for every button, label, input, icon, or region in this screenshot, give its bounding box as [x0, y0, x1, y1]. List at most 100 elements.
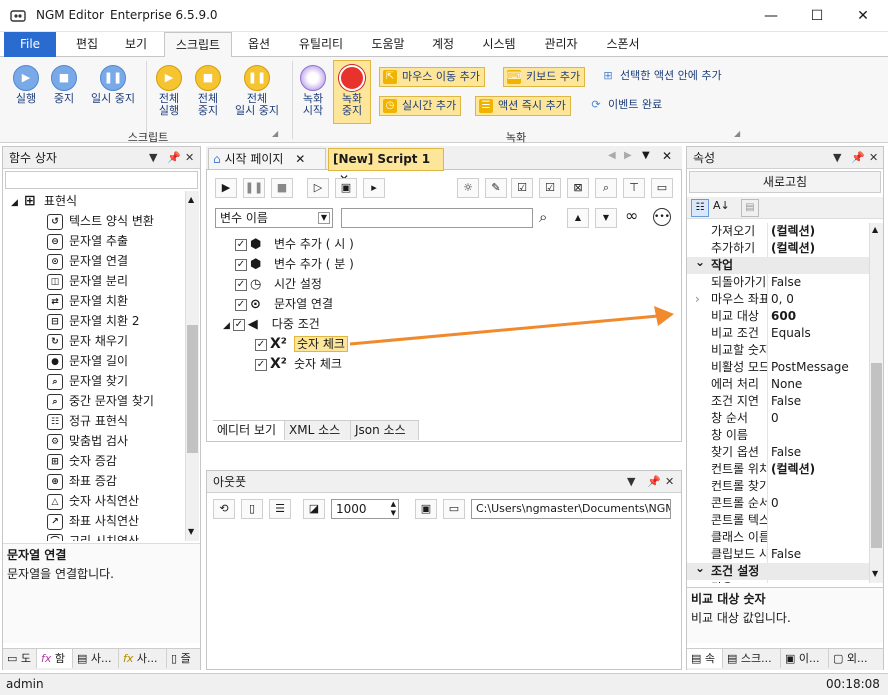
stop-button[interactable]: ■ 중지: [46, 65, 82, 105]
tree-category[interactable]: ◢ ⊞ 표현식: [11, 191, 77, 211]
tab-left-icon[interactable]: ◀: [608, 150, 616, 161]
eraser-icon[interactable]: ◪: [303, 499, 325, 519]
play-from-icon[interactable]: ▸: [363, 178, 385, 198]
close-icon[interactable]: ✕: [869, 147, 878, 169]
scrollbar[interactable]: ▲ ▼: [185, 191, 199, 541]
dropdown-icon[interactable]: ▼: [833, 147, 841, 169]
close-icon[interactable]: ✕: [662, 149, 672, 163]
group-expand-icon[interactable]: ◢: [272, 129, 278, 138]
function-item[interactable]: ⌒ 고리 시치연산: [47, 531, 139, 541]
property-value[interactable]: 0: [771, 495, 779, 512]
collapse-icon[interactable]: ◢: [11, 198, 18, 208]
property-category[interactable]: ⌄ 조건 설정: [687, 563, 869, 580]
pin-icon[interactable]: 📌: [851, 147, 865, 169]
function-item[interactable]: ⊖ 문자열 추출: [47, 231, 128, 251]
menu-options[interactable]: 옵션: [236, 32, 282, 57]
tab-script-1[interactable]: [New] Script 1 ✕: [328, 148, 444, 186]
stepper-arrows-icon[interactable]: ▲ ▼: [391, 500, 396, 518]
dropdown-icon[interactable]: ▼: [642, 150, 650, 161]
play-icon[interactable]: ▶: [215, 178, 237, 198]
menu-sponsor[interactable]: 스폰서: [594, 32, 652, 57]
tab-functions[interactable]: fx 함: [37, 649, 73, 668]
down-icon[interactable]: ▼: [595, 208, 617, 228]
property-pages-icon[interactable]: ▤: [741, 199, 759, 217]
property-value[interactable]: False: [771, 274, 801, 291]
tab-editor-view[interactable]: 에디터 보기: [213, 421, 285, 440]
property-row[interactable]: 추가하기 (컬렉션): [687, 240, 869, 257]
check-all-icon[interactable]: ☑: [511, 178, 533, 198]
close-icon[interactable]: ✕: [295, 152, 305, 166]
variable-select[interactable]: 변수 이름 ▼: [215, 208, 333, 228]
tab-favorites[interactable]: ▯ 즐: [167, 649, 200, 668]
tab-xml-source[interactable]: XML 소스: [285, 421, 351, 440]
bulb-icon[interactable]: ☼: [457, 178, 479, 198]
node-checkbox[interactable]: ✓: [235, 238, 247, 251]
sort-az-icon[interactable]: A↓: [713, 199, 730, 212]
script-node[interactable]: ✓ ⊙ 문자열 연결: [235, 294, 333, 314]
property-row[interactable]: 콘트롤 순서 0: [687, 495, 869, 512]
function-item[interactable]: ⊕ 좌표 증감: [47, 471, 117, 491]
script-node[interactable]: ✓ ⬢ 변수 추가 ( 분 ): [235, 254, 354, 274]
function-item[interactable]: ↺ 텍스트 양식 변환: [47, 211, 154, 231]
property-row[interactable]: 되돌아가기 False: [687, 274, 869, 291]
property-value[interactable]: 0: [771, 410, 779, 427]
property-row[interactable]: 비활성 모드 PostMessage: [687, 359, 869, 376]
node-checkbox[interactable]: ✓: [232, 318, 245, 331]
play-selected-icon[interactable]: ▣: [335, 178, 357, 198]
tab-script[interactable]: ▤ 스크...: [723, 649, 781, 668]
categorized-icon[interactable]: ☷: [691, 199, 709, 217]
function-item[interactable]: ☷ 정규 표현식: [47, 411, 128, 431]
property-row[interactable]: 창 순서 0: [687, 410, 869, 427]
script-node[interactable]: ✓ ◷ 시간 설정: [235, 274, 322, 294]
scroll-down-icon[interactable]: ▼: [872, 569, 878, 578]
tab-properties[interactable]: ▤ 속: [687, 649, 723, 668]
stop-icon[interactable]: ■: [271, 178, 293, 198]
pin-icon[interactable]: 📌: [167, 147, 181, 169]
menu-script[interactable]: 스크립트: [164, 32, 232, 58]
property-value[interactable]: Equals: [771, 325, 811, 342]
property-row[interactable]: › 마우스 좌표 0, 0: [687, 291, 869, 308]
scroll-thumb[interactable]: [187, 325, 198, 453]
node-checkbox[interactable]: ✓: [235, 278, 247, 291]
menu-system[interactable]: 시스템: [470, 32, 528, 57]
property-value[interactable]: (컬렉션): [771, 461, 815, 478]
all-pause-button[interactable]: ❚❚ 전체 일시 중지: [228, 65, 286, 117]
menu-help[interactable]: 도움말: [360, 32, 416, 57]
function-item[interactable]: ⊟ 문자열 치환 2: [47, 311, 139, 331]
property-row[interactable]: 비교 조건 Equals: [687, 325, 869, 342]
tab-external[interactable]: ▢ 외...: [829, 649, 883, 668]
menu-account[interactable]: 계정: [420, 32, 466, 57]
maximize-button[interactable]: ☐: [794, 0, 840, 32]
node-checkbox[interactable]: ✓: [255, 358, 267, 371]
function-item[interactable]: ⌕ 중간 문자열 찾기: [47, 391, 154, 411]
infinity-icon[interactable]: ∞: [625, 206, 638, 225]
property-row[interactable]: 값은: [687, 580, 869, 583]
search-input[interactable]: [341, 208, 533, 228]
property-row[interactable]: 찾기 옵션 False: [687, 444, 869, 461]
delete-icon[interactable]: ⊠: [567, 178, 589, 198]
check-icon[interactable]: ☑: [539, 178, 561, 198]
function-item[interactable]: ⌕ 문자열 찾기: [47, 371, 128, 391]
run-button[interactable]: ▶ 실행: [8, 65, 44, 105]
more-icon[interactable]: •••: [653, 208, 671, 226]
property-value[interactable]: False: [771, 546, 801, 563]
record-start-button[interactable]: 녹화 시작: [296, 65, 330, 117]
property-value[interactable]: False: [771, 393, 801, 410]
script-node[interactable]: ✓ X² 숫자 체크: [255, 354, 342, 374]
script-node[interactable]: ◢ ✓ ◀ 다중 조건: [223, 314, 320, 334]
property-row[interactable]: 에러 처리 None: [687, 376, 869, 393]
menu-edit[interactable]: 편집: [62, 32, 112, 57]
tab-right-icon[interactable]: ▶: [624, 150, 632, 161]
function-item[interactable]: ↻ 문자 채우기: [47, 331, 128, 351]
refresh-button[interactable]: 새로고침: [689, 171, 881, 193]
tab-image[interactable]: ▣ 이...: [781, 649, 829, 668]
property-row[interactable]: 가져오기 (컬렉션): [687, 223, 869, 240]
scrollbar[interactable]: ▲ ▼: [869, 223, 883, 583]
scroll-up-icon[interactable]: ▲: [188, 195, 194, 204]
property-row[interactable]: 컨트롤 찾기: [687, 478, 869, 495]
list-icon[interactable]: ☰: [269, 499, 291, 519]
property-row[interactable]: 클래스 이름: [687, 529, 869, 546]
function-item[interactable]: ⊞ 숫자 증감: [47, 451, 117, 471]
function-item[interactable]: ⇄ 문자열 치환: [47, 291, 128, 311]
dropdown-icon[interactable]: ▼: [149, 147, 157, 169]
